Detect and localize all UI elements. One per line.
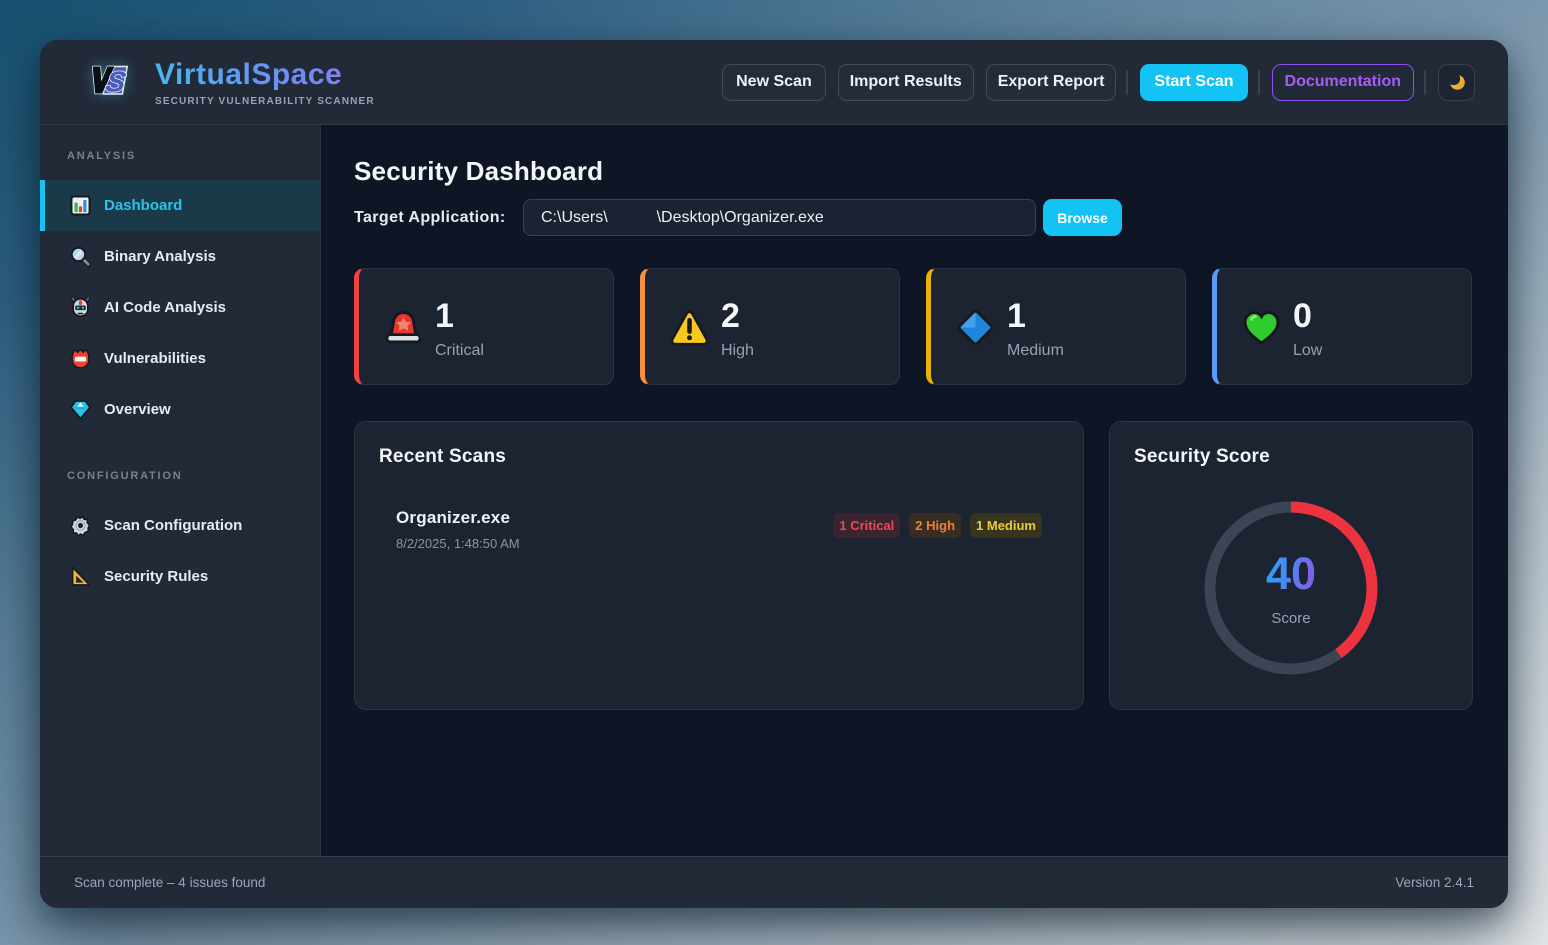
stat-label: Critical [435,342,484,360]
stat-card-low: 0 Low [1212,268,1472,385]
sidebar-item-dashboard[interactable]: Dashboard [40,180,320,231]
nav-separator [1126,70,1128,95]
app-window: S VirtualSpace SECURITY VULNERABILITY SC… [40,40,1508,908]
recent-scans-title: Recent Scans [379,446,1059,468]
sidebar: ANALYSIS Dashboard Binary Analysis [40,125,321,856]
stat-count: 2 [721,299,754,333]
sidebar-item-binary-analysis[interactable]: Binary Analysis [40,231,320,282]
gauge-center: 40 Score [1204,501,1378,675]
triangular-ruler-icon [70,566,91,587]
scan-badges: 1 Critical 2 High 1 Medium [833,513,1042,538]
sidebar-item-scan-configuration[interactable]: Scan Configuration [40,500,320,551]
scan-list-item[interactable]: Organizer.exe 8/2/2025, 1:48:50 AM 1 Cri… [379,508,1059,551]
sidebar-section-configuration: CONFIGURATION [40,435,320,482]
recent-scans-panel: Recent Scans Organizer.exe 8/2/2025, 1:4… [354,421,1084,710]
sidebar-item-overview[interactable]: Overview [40,384,320,435]
sidebar-item-label: Binary Analysis [104,248,216,265]
warning-icon [671,309,708,346]
version-label: Version 2.4.1 [1395,875,1474,890]
scan-timestamp: 8/2/2025, 1:48:50 AM [396,536,520,551]
security-score-gauge: 40 Score [1204,501,1378,675]
target-application-label: Target Application: [354,209,523,227]
sidebar-item-label: Security Rules [104,568,208,585]
sidebar-item-label: Overview [104,401,171,418]
export-report-button[interactable]: Export Report [986,64,1117,101]
stat-count: 0 [1293,299,1322,333]
import-results-button[interactable]: Import Results [838,64,974,101]
start-scan-button[interactable]: Start Scan [1140,64,1247,101]
stat-text: 1 Critical [435,299,484,360]
sidebar-item-label: Vulnerabilities [104,350,206,367]
name-badge-icon [70,348,91,369]
stat-card-medium: 1 Medium [926,268,1186,385]
app-title: VirtualSpace [155,59,375,91]
stat-text: 1 Medium [1007,299,1064,360]
app-subtitle: SECURITY VULNERABILITY SCANNER [155,96,375,107]
sidebar-item-security-rules[interactable]: Security Rules [40,551,320,602]
page-title: Security Dashboard [354,158,1473,184]
scan-name: Organizer.exe [396,508,520,528]
titlebar: S VirtualSpace SECURITY VULNERABILITY SC… [40,40,1508,125]
siren-icon [385,309,422,346]
sidebar-item-label: AI Code Analysis [104,299,226,316]
sidebar-item-vulnerabilities[interactable]: Vulnerabilities [40,333,320,384]
stat-label: Medium [1007,342,1064,360]
sidebar-item-ai-code-analysis[interactable]: AI Code Analysis [40,282,320,333]
target-path-input[interactable] [523,199,1036,236]
security-score-panel: Security Score 40 Score [1109,421,1473,710]
app-body: ANALYSIS Dashboard Binary Analysis [40,125,1508,856]
magnifier-icon [70,246,91,267]
sidebar-item-label: Scan Configuration [104,517,242,534]
sidebar-item-label: Dashboard [104,197,182,214]
scan-info: Organizer.exe 8/2/2025, 1:48:50 AM [396,508,520,551]
security-score-value: 40 [1266,551,1316,596]
stat-text: 2 High [721,299,754,360]
nav-separator [1424,70,1426,95]
badge-high: 2 High [909,513,961,538]
theme-toggle-button[interactable] [1438,64,1475,101]
stat-count: 1 [435,299,484,333]
stat-label: Low [1293,342,1322,360]
bottom-panels: Recent Scans Organizer.exe 8/2/2025, 1:4… [354,421,1473,710]
stat-card-high: 2 High [640,268,900,385]
security-score-title: Security Score [1134,446,1448,468]
sidebar-section-analysis: ANALYSIS [40,125,320,162]
gear-icon [70,515,91,536]
badge-medium: 1 Medium [970,513,1042,538]
bar-chart-icon [70,195,91,216]
moon-icon [1446,71,1468,93]
statusbar: Scan complete – 4 issues found Version 2… [40,856,1508,908]
documentation-button[interactable]: Documentation [1272,64,1414,101]
brand-text: VirtualSpace SECURITY VULNERABILITY SCAN… [155,57,375,107]
green-heart-icon [1243,309,1280,346]
target-application-row: Target Application: Browse [354,199,1473,236]
blue-diamond-icon [957,309,994,346]
badge-critical: 1 Critical [833,513,900,538]
nav-separator [1258,70,1260,95]
stat-text: 0 Low [1293,299,1322,360]
browse-button[interactable]: Browse [1043,199,1122,236]
robot-icon [70,297,91,318]
brand: S VirtualSpace SECURITY VULNERABILITY SC… [88,57,375,107]
security-score-label: Score [1271,610,1310,627]
stat-card-critical: 1 Critical [354,268,614,385]
new-scan-button[interactable]: New Scan [722,64,826,101]
stat-cards: 1 Critical 2 High [354,268,1473,385]
vs-logo-icon: S [88,62,128,98]
header-nav: New Scan Import Results Export Report St… [722,64,1475,101]
main-content: Security Dashboard Target Application: B… [321,125,1508,856]
gem-icon [70,399,91,420]
gauge-wrap: 40 Score [1134,501,1448,675]
stat-label: High [721,342,754,360]
stat-count: 1 [1007,299,1064,333]
status-message: Scan complete – 4 issues found [74,875,265,890]
